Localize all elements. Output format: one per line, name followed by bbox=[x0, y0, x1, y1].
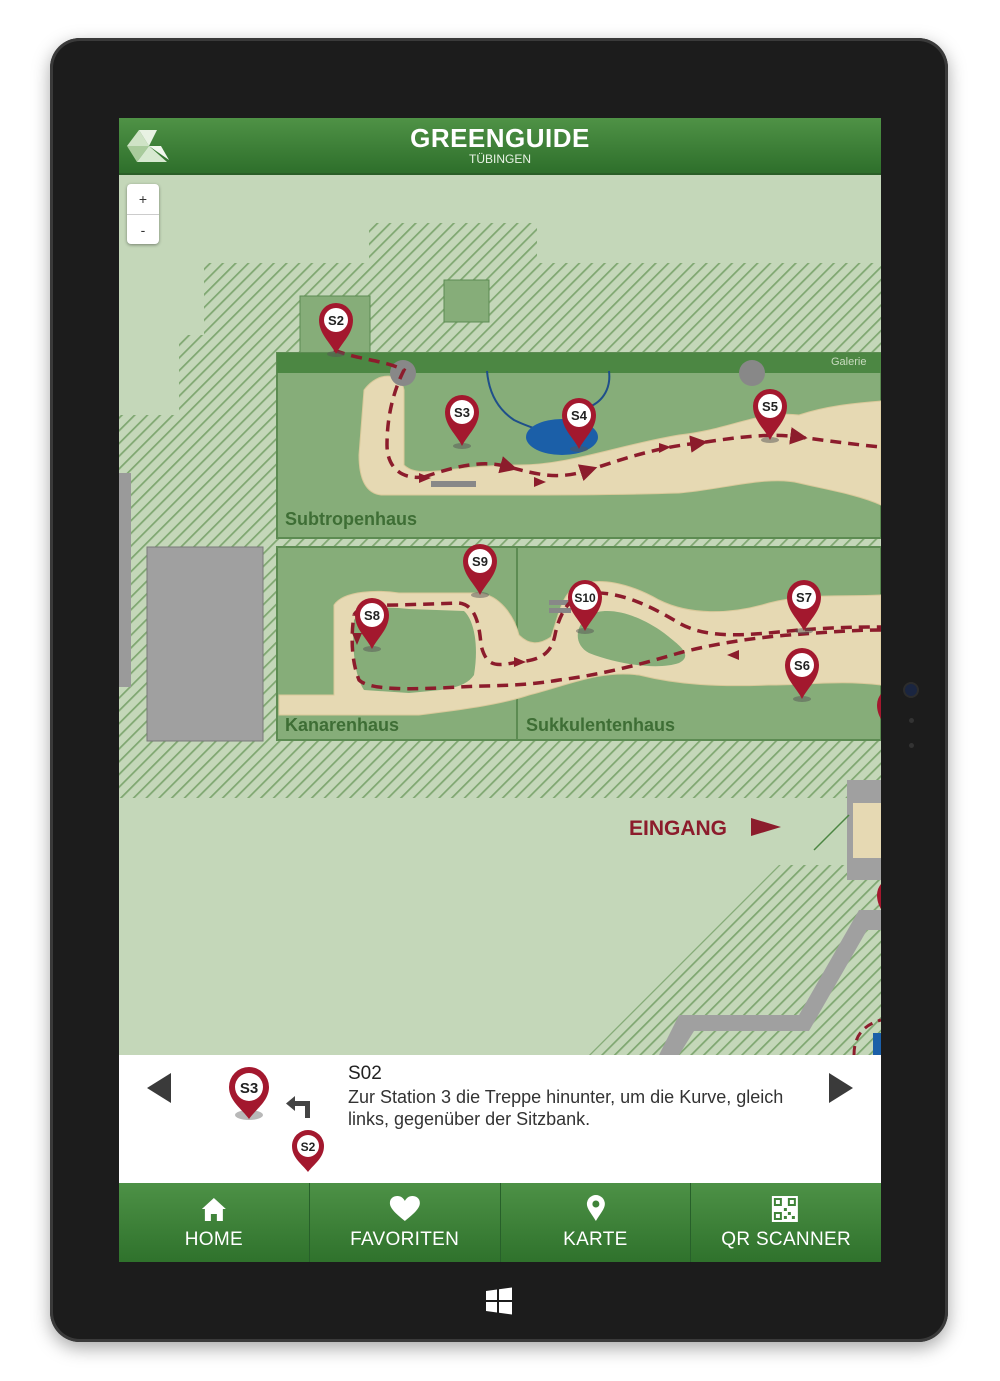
app-screen: GREENGUIDE TÜBINGEN Galerie Subtropenhau… bbox=[119, 118, 881, 1262]
previous-station-icon[interactable] bbox=[147, 1073, 171, 1103]
kanaren-sukkulenten-building: Kanarenhaus Sukkulentenhaus bbox=[276, 546, 881, 741]
front-camera bbox=[905, 684, 917, 696]
zoom-out-button[interactable]: - bbox=[127, 215, 159, 245]
next-station-icon[interactable] bbox=[829, 1073, 853, 1103]
entrance-building-floor bbox=[853, 803, 881, 858]
home-icon bbox=[201, 1198, 226, 1221]
station-description: Zur Station 3 die Treppe hinunter, um di… bbox=[348, 1087, 784, 1129]
sensor-dot bbox=[909, 718, 914, 723]
windows-logo-icon[interactable] bbox=[484, 1286, 514, 1316]
nav-favoriten[interactable]: FAVORITEN bbox=[310, 1183, 501, 1262]
svg-text:S7: S7 bbox=[796, 590, 812, 605]
svg-text:S2: S2 bbox=[328, 313, 344, 328]
eingang-arrow-icon bbox=[751, 818, 781, 836]
marker-s3-icon: S3 bbox=[229, 1067, 269, 1120]
nav-karte[interactable]: KARTE bbox=[501, 1183, 692, 1262]
app-title: GREENGUIDE bbox=[410, 123, 590, 153]
svg-text:S6: S6 bbox=[794, 658, 810, 673]
garden-bed bbox=[443, 279, 490, 323]
app-subtitle: TÜBINGEN bbox=[468, 152, 531, 166]
zoom-in-button[interactable]: + bbox=[127, 184, 159, 215]
marker-s2-icon: S2 bbox=[292, 1130, 324, 1172]
svg-text:S10: S10 bbox=[574, 591, 596, 605]
bottom-navigation: HOME FAVORITEN KARTE QR SCANNER bbox=[119, 1183, 881, 1262]
water bbox=[873, 1033, 881, 1055]
kanarenhaus-label: Kanarenhaus bbox=[285, 715, 399, 735]
nav-karte-label: KARTE bbox=[563, 1229, 628, 1250]
grey-building bbox=[119, 473, 131, 687]
nav-qr-scanner[interactable]: QR SCANNER bbox=[691, 1183, 881, 1262]
nav-home[interactable]: HOME bbox=[119, 1183, 310, 1262]
app-header: GREENGUIDE TÜBINGEN bbox=[119, 118, 881, 175]
tree-icon bbox=[739, 360, 765, 386]
entrance-line bbox=[813, 814, 850, 851]
svg-text:S3: S3 bbox=[240, 1080, 258, 1097]
eingang-label: EINGANG bbox=[629, 817, 727, 840]
svg-text:S8: S8 bbox=[364, 608, 380, 623]
svg-text:S4: S4 bbox=[571, 408, 588, 423]
heart-icon bbox=[389, 1196, 420, 1221]
svg-text:S9: S9 bbox=[472, 554, 488, 569]
subtropenhaus-label: Subtropenhaus bbox=[285, 509, 417, 529]
nav-qr-scanner-label: QR SCANNER bbox=[721, 1229, 851, 1250]
nav-home-label: HOME bbox=[184, 1229, 243, 1250]
map-pin-icon bbox=[586, 1195, 605, 1221]
grey-building bbox=[146, 546, 264, 742]
zoom-control: + - bbox=[127, 184, 159, 244]
station-title: S02 bbox=[348, 1063, 382, 1084]
garden-map[interactable]: Galerie Subtropenhaus Kanarenhaus Sukkul… bbox=[119, 175, 881, 1055]
galerie-label: Galerie bbox=[831, 356, 866, 368]
nav-favoriten-label: FAVORITEN bbox=[350, 1229, 460, 1250]
svg-text:S3: S3 bbox=[454, 405, 470, 420]
turn-left-arrow-icon bbox=[286, 1096, 310, 1118]
svg-text:S2: S2 bbox=[301, 1140, 316, 1154]
station-direction-graphic: S3 S2 bbox=[229, 1067, 324, 1172]
sensor-dot bbox=[909, 743, 914, 748]
svg-text:S5: S5 bbox=[762, 399, 778, 414]
station-info-panel: S3 S2 S02 Zur Station 3 die Treppe hinun… bbox=[119, 1055, 881, 1183]
qr-code-icon bbox=[772, 1196, 799, 1222]
sukkulentenhaus-label: Sukkulentenhaus bbox=[526, 715, 675, 735]
